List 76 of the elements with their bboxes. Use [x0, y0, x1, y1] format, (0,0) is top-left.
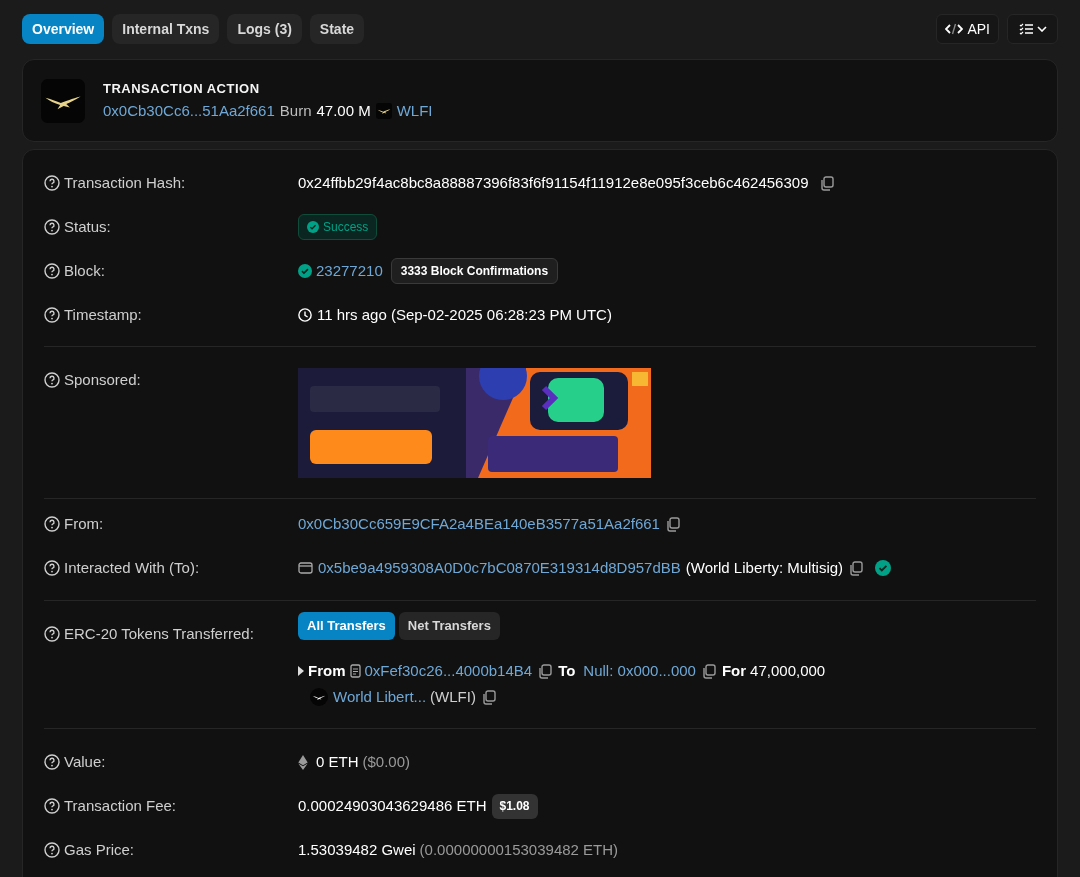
address-link[interactable]: 0x0Cb30Cc659E9CFA2a4BEa140eB3577a51Aa2f661 — [298, 512, 660, 536]
field-label: From: — [64, 513, 104, 534]
field-label: Status: — [64, 216, 111, 237]
fee-amount: 0.00024903043629486 ETH — [298, 795, 487, 816]
token-logo-icon — [375, 103, 392, 120]
help-icon — [44, 372, 60, 388]
help-icon — [44, 175, 60, 191]
field-label: Block: — [64, 260, 105, 281]
confirmations-badge: 3333 Block Confirmations — [390, 258, 559, 284]
token-logo-icon — [310, 688, 328, 706]
filter-button[interactable]: All Transfers — [298, 612, 395, 640]
ethereum-icon — [298, 754, 308, 770]
checklist-icon — [1018, 23, 1033, 35]
check-circle-icon — [307, 221, 319, 233]
for-label: For — [721, 660, 747, 681]
copy-icon[interactable] — [849, 560, 864, 576]
token-amount: 47.00 M — [316, 101, 371, 121]
view-options-button[interactable] — [1007, 14, 1058, 44]
tab[interactable]: Logs (3) — [227, 14, 302, 44]
to-label: To — [558, 660, 576, 681]
field-label: Value: — [64, 751, 106, 772]
address-link[interactable]: 0x0Cb30Cc6...51Aa2f661 — [103, 100, 275, 123]
transfer-amount: 47,000,000 — [750, 660, 826, 681]
check-circle-icon — [298, 264, 312, 278]
action-verb: Burn — [279, 101, 312, 121]
copy-icon[interactable] — [701, 663, 716, 679]
field-label: ERC-20 Tokens Transferred: — [64, 623, 254, 644]
code-icon — [945, 23, 964, 35]
usd-value: ($0.00) — [362, 751, 411, 772]
field-label: Transaction Hash: — [64, 172, 186, 193]
contract-name: (World Liberty: Multisig) — [685, 557, 844, 578]
field-label: Gas Price: — [64, 839, 135, 860]
tab[interactable]: State — [309, 14, 365, 44]
document-icon — [349, 664, 361, 678]
help-icon — [44, 626, 60, 642]
clock-icon — [298, 308, 312, 322]
help-icon — [44, 263, 60, 279]
help-icon — [44, 219, 60, 235]
copy-icon[interactable] — [820, 175, 835, 191]
api-button[interactable]: API — [936, 14, 999, 44]
help-icon — [44, 516, 60, 532]
help-icon — [44, 754, 60, 770]
gas-price-eth: (0.00000000153039482 ETH) — [419, 839, 619, 860]
help-icon — [44, 798, 60, 814]
token-link[interactable]: World Libert... — [333, 685, 427, 709]
filter-button[interactable]: Net Transfers — [398, 612, 500, 640]
status-badge: Success — [298, 214, 378, 240]
wallet-icon — [298, 562, 313, 574]
transaction-hash: 0x24ffbb29f4ac8bc8a88887396f83f6f91154f11912e8e095f3ceb6c462456309 — [298, 172, 809, 193]
copy-icon[interactable] — [538, 663, 553, 679]
field-label: Interacted With (To): — [64, 557, 200, 578]
section-title: TRANSACTION ACTION — [103, 79, 261, 98]
copy-icon[interactable] — [481, 689, 496, 705]
help-icon — [44, 307, 60, 323]
token-logo-icon — [41, 78, 85, 123]
help-icon — [44, 560, 60, 576]
tab[interactable]: Overview — [22, 14, 105, 44]
tab[interactable]: Internal Txns — [112, 14, 220, 44]
address-link[interactable]: Null: 0x000...000 — [583, 659, 696, 683]
block-link[interactable]: 23277210 — [316, 259, 383, 283]
token-symbol: (WLFI) — [430, 686, 476, 707]
from-label: From — [308, 660, 346, 681]
usd-badge: $1.08 — [491, 793, 538, 819]
field-label: Transaction Fee: — [64, 795, 176, 816]
address-link[interactable]: 0xFef30c26...4000b14B4 — [364, 659, 533, 683]
timestamp-text: 11 hrs ago (Sep-02-2025 06:28:23 PM UTC) — [317, 304, 612, 325]
chevron-down-icon — [1036, 26, 1047, 32]
address-link[interactable]: 0x5be9a4959308A0D0c7bC0870E319314d8D957dBB — [318, 556, 681, 580]
gas-price: 1.53039482 Gwei — [298, 839, 416, 860]
token-link[interactable]: WLFI — [396, 100, 433, 123]
field-label: Timestamp: — [64, 304, 142, 325]
copy-icon[interactable] — [665, 516, 680, 532]
eth-amount: 0 ETH — [316, 751, 359, 772]
field-label: Sponsored: — [64, 369, 141, 390]
help-icon — [44, 842, 60, 858]
expand-caret-icon[interactable] — [298, 666, 304, 676]
